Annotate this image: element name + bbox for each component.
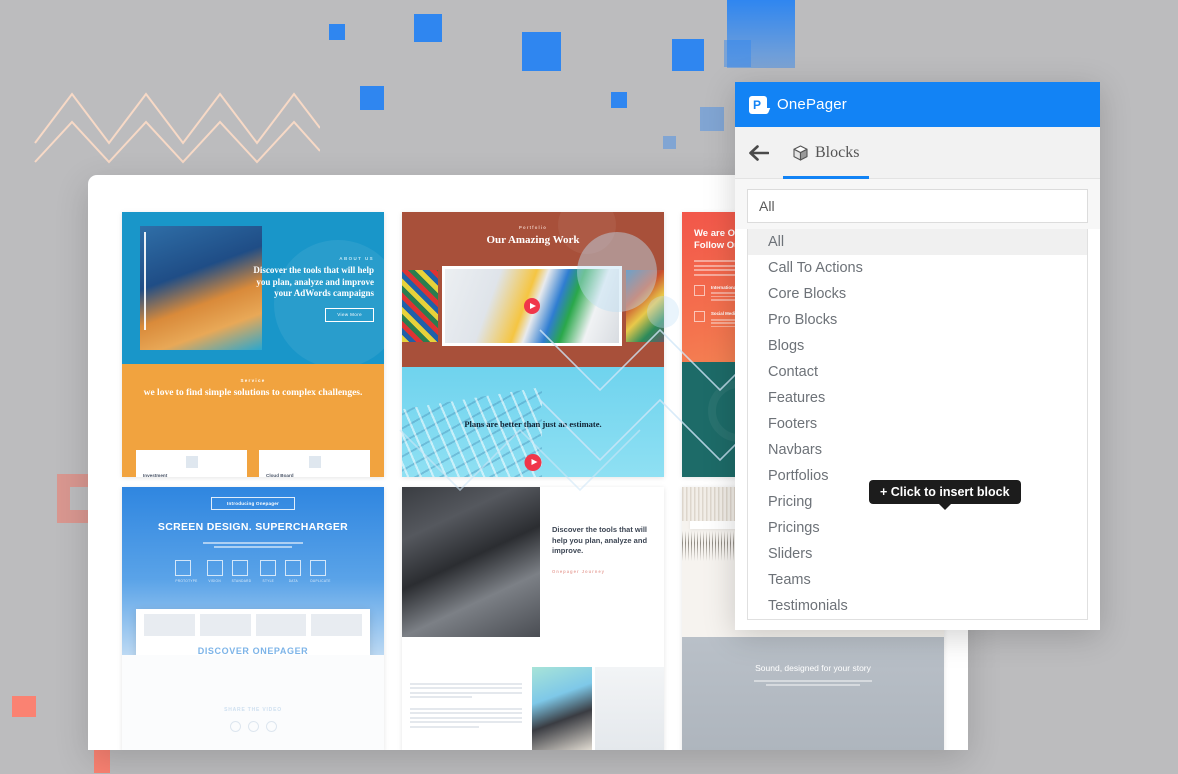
template-card[interactable]: Introducing Onepager SCREEN DESIGN. SUPE… xyxy=(122,487,384,750)
template-feature-card: Investment xyxy=(136,449,247,477)
feature-icon xyxy=(260,559,277,576)
tab-blocks[interactable]: Blocks xyxy=(783,127,870,179)
decor-square-blue xyxy=(727,0,795,68)
feature-label: VISION xyxy=(208,578,221,583)
template-kicker: ABOUT US xyxy=(339,256,374,261)
dropdown-item[interactable]: Pricings xyxy=(748,515,1087,541)
dropdown-item[interactable]: Teams xyxy=(748,567,1087,593)
decor-square-blue xyxy=(700,107,724,131)
tab-blocks-label: Blocks xyxy=(815,143,860,161)
dropdown-item[interactable]: Footers xyxy=(748,411,1087,437)
dropdown-item[interactable]: Call To Actions xyxy=(748,255,1087,281)
social-icon[interactable] xyxy=(229,721,241,732)
feature-icon xyxy=(175,559,192,576)
card-title: Cloud Board xyxy=(266,472,294,477)
decor-square-blue xyxy=(414,14,442,42)
dropdown-item[interactable]: All xyxy=(748,229,1087,255)
template-photo xyxy=(402,487,540,637)
dropdown-item[interactable]: Navbars xyxy=(748,437,1087,463)
search-area xyxy=(735,179,1100,229)
category-search-input[interactable] xyxy=(747,189,1088,223)
dropdown-item[interactable]: Blogs xyxy=(748,333,1087,359)
template-service-kicker: Service xyxy=(240,378,266,383)
decor-square-blue xyxy=(360,86,384,110)
decor-square-blue xyxy=(611,92,627,108)
template-headline: Our Amazing Work xyxy=(486,234,580,246)
template-headline: Discover the tools that will help you pl… xyxy=(552,525,648,555)
onepager-panel: OnePager Blocks All Call To Acti xyxy=(735,82,1100,630)
template-caption: Plans are better than just an estimate. xyxy=(464,419,602,429)
decor-square-blue xyxy=(672,39,704,71)
list-item-icon xyxy=(694,311,705,323)
card-title: Investment xyxy=(143,472,168,477)
dropdown-item[interactable]: Sliders xyxy=(748,541,1087,567)
feature-icon xyxy=(206,559,223,576)
dropdown-item[interactable]: Pro Blocks xyxy=(748,307,1087,333)
panel-title: OnePager xyxy=(777,96,847,113)
cube-icon xyxy=(793,144,808,161)
onepager-logo-icon xyxy=(749,95,767,114)
feature-label: STYLE xyxy=(262,578,275,583)
feature-label: DUPLICATE xyxy=(310,578,331,583)
template-kicker: Portfolio xyxy=(518,225,547,230)
template-feature-card: Cloud Board xyxy=(259,449,370,477)
template-button[interactable]: View More xyxy=(325,307,374,322)
template-service-headline: we love to find simple solutions to comp… xyxy=(143,388,363,398)
play-icon[interactable] xyxy=(524,454,542,471)
feature-icon xyxy=(285,559,302,576)
decor-square-blue xyxy=(329,24,345,40)
decor-square-coral xyxy=(12,696,36,717)
peach-zigzag-decor-2 xyxy=(34,120,320,164)
template-badge: Introducing Onepager xyxy=(211,497,295,510)
panel-header: OnePager xyxy=(735,82,1100,127)
insert-block-tooltip: + Click to insert block xyxy=(869,480,1021,504)
template-headline: Discover the tools that will help you pl… xyxy=(253,265,374,298)
template-link[interactable]: Onepager Journey xyxy=(552,569,654,574)
panel-tabbar: Blocks xyxy=(735,127,1100,179)
screenshot-root: ABOUT US Discover the tools that will he… xyxy=(0,0,1178,774)
feature-label: PROTOTYPE xyxy=(175,578,198,583)
dropdown-item[interactable]: Contact xyxy=(748,359,1087,385)
decor-square-blue xyxy=(522,32,561,71)
cloud-board-icon xyxy=(308,455,321,468)
template-card[interactable]: Discover the tools that will help you pl… xyxy=(402,487,664,750)
play-icon[interactable] xyxy=(524,298,540,314)
dropdown-item[interactable]: Core Blocks xyxy=(748,281,1087,307)
template-caption: Sound, designed for your story xyxy=(755,663,871,673)
category-dropdown-list[interactable]: All Call To Actions Core Blocks Pro Bloc… xyxy=(747,229,1088,620)
peach-zigzag-decor xyxy=(34,92,320,145)
feature-icon xyxy=(231,559,248,576)
feature-label: DATA xyxy=(288,578,298,583)
template-headline: SCREEN DESIGN. SUPERCHARGER xyxy=(157,521,349,533)
feature-icon xyxy=(310,559,327,576)
decor-square-blue xyxy=(663,136,676,149)
template-card[interactable]: Portfolio Our Amazing Work Plans are bet… xyxy=(402,212,664,477)
list-item-icon xyxy=(694,284,705,296)
template-share-text: SHARE THE VIDEO xyxy=(224,707,282,713)
social-icon[interactable] xyxy=(247,721,259,732)
feature-label: STANDARD xyxy=(231,578,252,583)
social-icon[interactable] xyxy=(265,721,277,732)
back-arrow-icon[interactable] xyxy=(747,141,771,165)
template-card[interactable]: ABOUT US Discover the tools that will he… xyxy=(122,212,384,477)
dropdown-item[interactable]: Features xyxy=(748,385,1087,411)
investment-icon xyxy=(185,455,198,468)
dropdown-item[interactable]: Testimonials xyxy=(748,593,1087,619)
